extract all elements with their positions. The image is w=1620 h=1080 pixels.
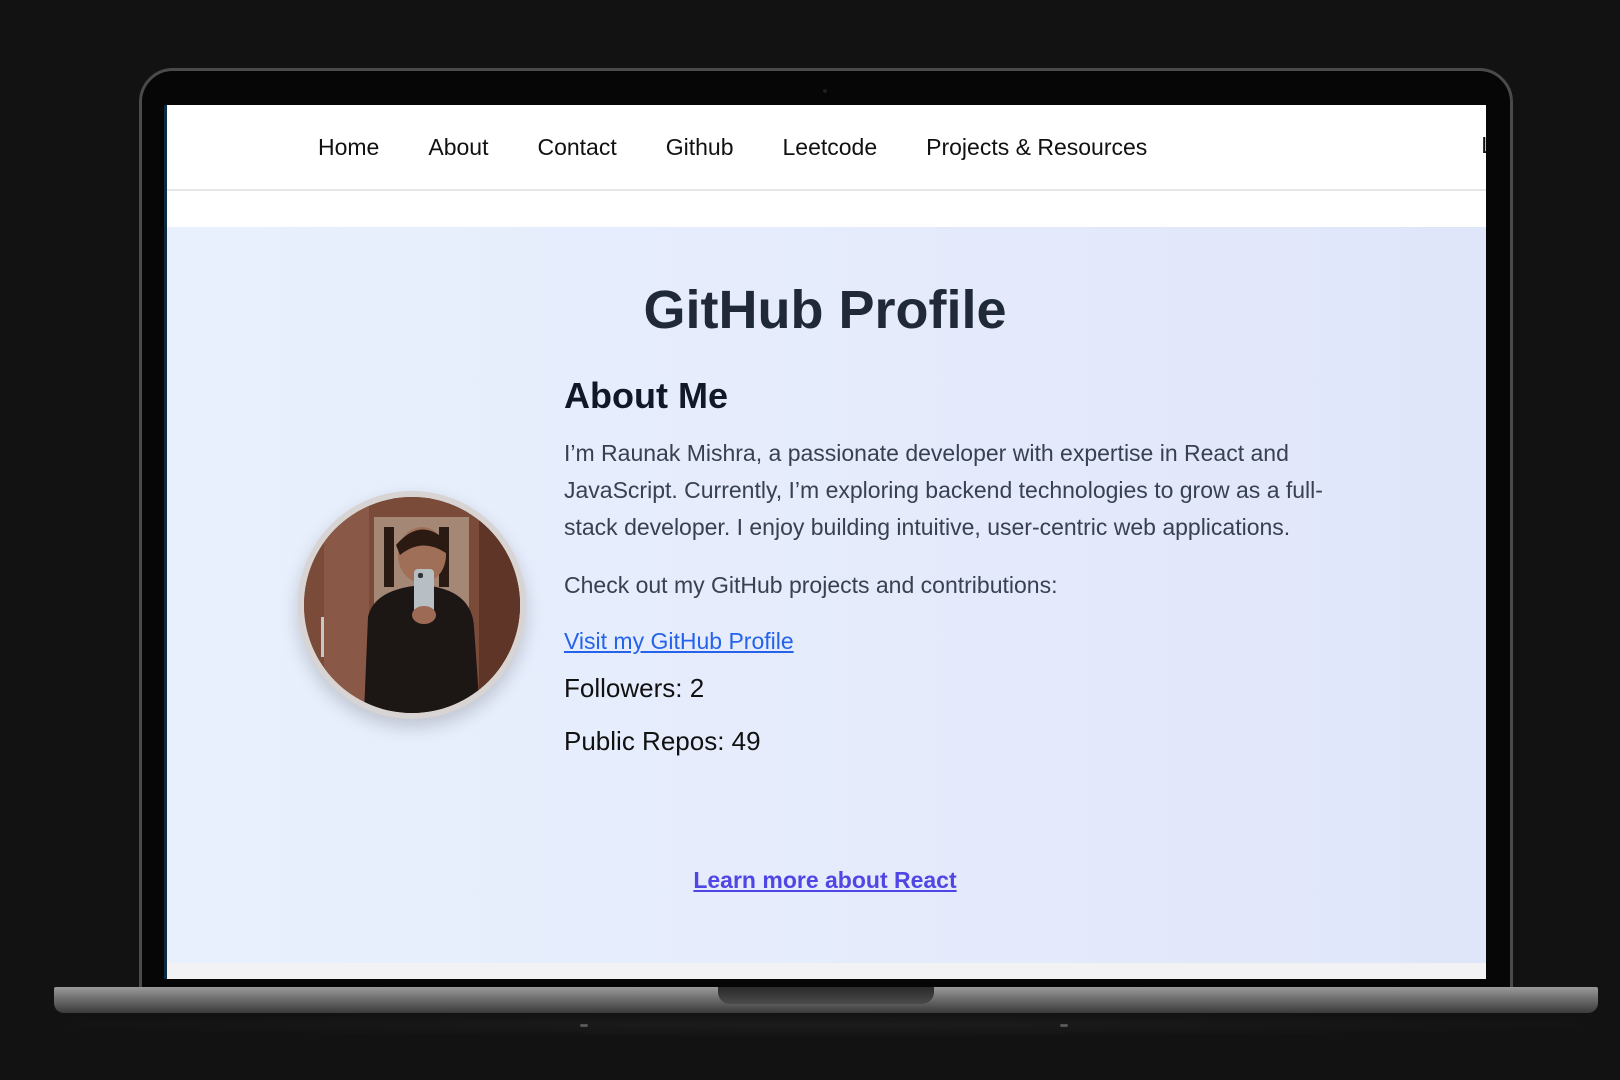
- page-bottom-strip: [164, 963, 1486, 979]
- nav-item-leetcode[interactable]: Leetcode: [783, 134, 878, 161]
- github-cta-text: Check out my GitHub projects and contrib…: [564, 572, 1058, 598]
- page-title: GitHub Profile: [643, 280, 1007, 340]
- nav-item-home[interactable]: Home: [318, 134, 379, 161]
- laptop-foot-left: [580, 1024, 588, 1027]
- github-profile-link[interactable]: Visit my GitHub Profile: [564, 628, 794, 655]
- laptop-shadow: [60, 1013, 1590, 1037]
- nav-item-truncated[interactable]: L: [1481, 132, 1486, 159]
- screen-left-edge: [164, 105, 167, 979]
- public-repos-count: Public Repos: 49: [564, 726, 761, 756]
- profile-photo-illustration: [304, 497, 520, 713]
- top-navigation: Home About Contact Github Leetcode Proje…: [164, 105, 1486, 191]
- nav-item-github[interactable]: Github: [666, 134, 734, 161]
- camera-dot: [823, 89, 827, 93]
- about-me-section: About Me I’m Raunak Mishra, a passionate…: [564, 375, 1344, 757]
- followers-count: Followers: 2: [564, 673, 705, 703]
- nav-item-contact[interactable]: Contact: [537, 134, 616, 161]
- header-spacer: [164, 193, 1486, 227]
- bio-text: I’m Raunak Mishra, a passionate develope…: [564, 440, 1323, 540]
- browser-screen: Home About Contact Github Leetcode Proje…: [164, 105, 1486, 979]
- learn-react-link[interactable]: Learn more about React: [164, 867, 1486, 894]
- profile-photo: [304, 497, 520, 713]
- nav-item-about[interactable]: About: [428, 134, 488, 161]
- laptop-hinge-notch: [718, 987, 934, 1004]
- nav-item-projects-resources[interactable]: Projects & Resources: [926, 134, 1147, 161]
- avatar: [298, 491, 526, 719]
- github-profile-section: GitHub Profile About Me I’m Raunak Mishr…: [164, 227, 1486, 963]
- about-heading: About Me: [564, 375, 728, 416]
- laptop-foot-right: [1060, 1024, 1068, 1027]
